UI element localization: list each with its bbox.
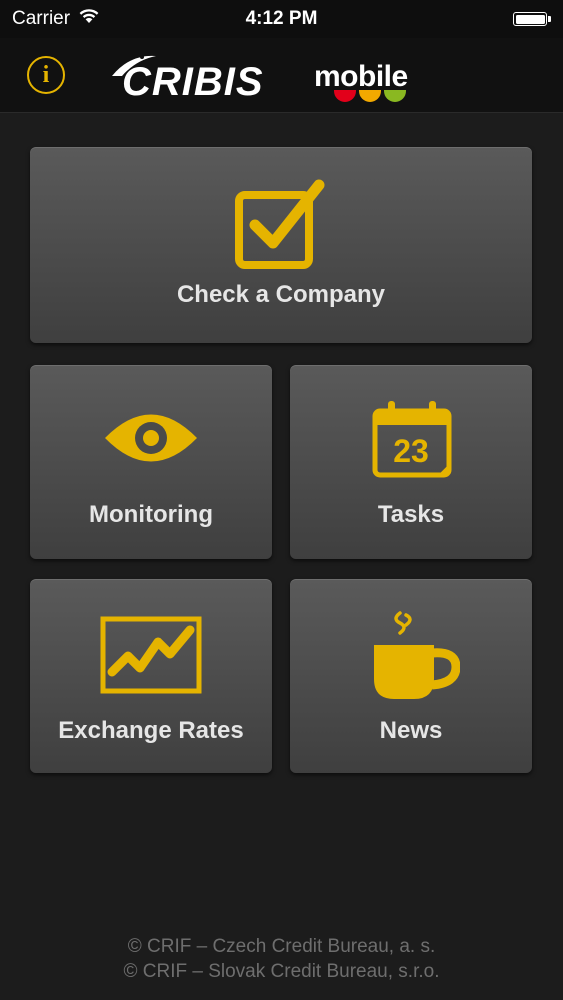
eye-icon: [105, 414, 197, 462]
exchange-rates-label: Exchange Rates: [58, 717, 244, 744]
footer-line-czech: © CRIF – Czech Credit Bureau, a. s.: [127, 936, 436, 957]
monitoring-label: Monitoring: [89, 501, 213, 528]
status-bar: Carrier 4:12 PM: [0, 0, 563, 38]
exchange-rates-button[interactable]: Exchange Rates: [30, 579, 272, 773]
logo-dots: [334, 90, 406, 102]
check-company-label: Check a Company: [176, 281, 386, 308]
checkbox-check-icon: [235, 179, 325, 269]
logo-brand: CRIBIS: [122, 60, 264, 104]
app-header: i CRIBIS mobile: [0, 38, 563, 113]
tasks-button[interactable]: 23 Tasks: [290, 365, 532, 559]
info-glyph: i: [42, 62, 50, 88]
logo-dot-red: [334, 90, 356, 102]
status-time: 4:12 PM: [245, 8, 318, 29]
check-company-button[interactable]: Check a Company: [30, 147, 532, 343]
logo-dot-orange: [359, 90, 381, 102]
info-icon[interactable]: i: [27, 56, 65, 94]
monitoring-button[interactable]: Monitoring: [30, 365, 272, 559]
tasks-label: Tasks: [377, 501, 445, 528]
logo-dot-green: [384, 90, 406, 102]
news-button[interactable]: News: [290, 579, 532, 773]
calendar-day: 23: [393, 433, 429, 469]
calendar-icon: 23: [372, 401, 452, 478]
chart-trend-icon: [100, 616, 202, 694]
footer: © CRIF – Czech Credit Bureau, a. s. © CR…: [0, 934, 563, 984]
battery-icon: [513, 11, 551, 27]
logo-mobile: mobile: [314, 60, 408, 93]
footer-line-slovak: © CRIF – Slovak Credit Bureau, s.r.o.: [123, 961, 440, 982]
news-label: News: [379, 717, 443, 744]
coffee-cup-icon: [374, 611, 460, 699]
